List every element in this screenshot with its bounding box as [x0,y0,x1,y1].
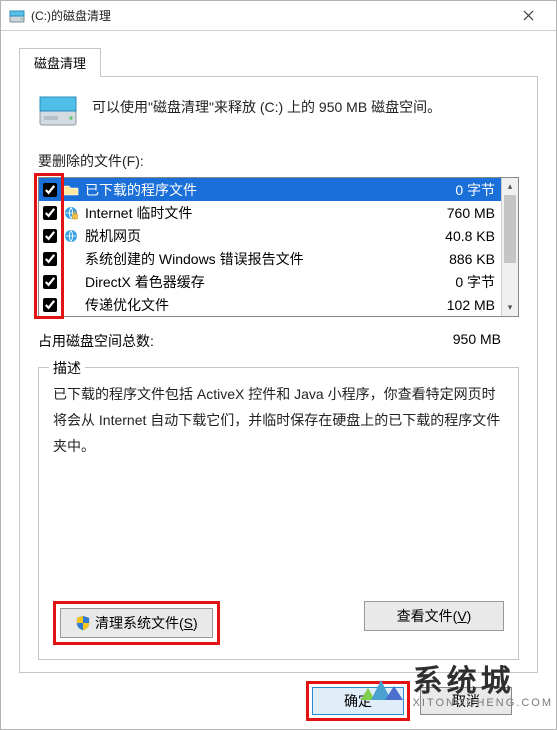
tabstrip: 磁盘清理 [19,47,538,76]
list-item[interactable]: Internet 临时文件 760 MB [39,201,501,224]
blank-icon [63,274,79,290]
list-item-size: 40.8 KB [425,228,495,244]
scroll-thumb[interactable] [504,195,516,263]
file-listbox[interactable]: 已下载的程序文件 0 字节 Internet 临时文件 760 MB 脱机网页 40.8 … [38,177,519,317]
list-item-label: Internet 临时文件 [85,203,419,223]
clean-system-files-label: 清理系统文件(S) [95,613,198,633]
close-button[interactable] [508,2,548,30]
intro-row: 可以使用"磁盘清理"来释放 (C:) 上的 950 MB 磁盘空间。 [38,93,519,129]
list-item-checkbox[interactable] [43,206,57,220]
list-item-size: 0 字节 [425,272,495,292]
tab-panel: 可以使用"磁盘清理"来释放 (C:) 上的 950 MB 磁盘空间。 要删除的文… [19,76,538,673]
scrollbar-vertical[interactable]: ▴ ▾ [501,178,518,316]
ok-highlight: 确定 [306,681,410,721]
list-item-size: 0 字节 [425,180,495,200]
dialog-body: 磁盘清理 可以使用"磁盘清理"来释放 (C:) 上的 950 MB 磁盘空间。 … [1,31,556,729]
list-item[interactable]: 系统创建的 Windows 错误报告文件 886 KB [39,247,501,270]
list-item-checkbox[interactable] [43,252,57,266]
window-title: (C:)的磁盘清理 [31,7,508,24]
total-row: 占用磁盘空间总数: 950 MB [38,331,519,351]
cancel-button[interactable]: 取消 [420,687,512,715]
list-item-label: DirectX 着色器缓存 [85,272,419,292]
intro-text: 可以使用"磁盘清理"来释放 (C:) 上的 950 MB 磁盘空间。 [92,93,441,120]
view-files-label: 查看文件(V) [397,606,472,626]
list-item-label: 系统创建的 Windows 错误报告文件 [85,249,419,269]
file-list-wrap: 已下载的程序文件 0 字节 Internet 临时文件 760 MB 脱机网页 40.8 … [38,177,519,317]
list-item-size: 102 MB [425,297,495,313]
list-item-label: 已下载的程序文件 [85,180,419,200]
blank-icon [63,297,79,313]
clean-system-files-button[interactable]: 清理系统文件(S) [60,608,213,638]
disk-cleanup-window: (C:)的磁盘清理 磁盘清理 可以使用"磁盘清理"来释放 (C:) 上的 950… [0,0,557,730]
list-item-checkbox[interactable] [43,183,57,197]
ie-icon [63,228,79,244]
view-files-button[interactable]: 查看文件(V) [364,601,504,631]
drive-icon [9,8,25,24]
list-item[interactable]: 传递优化文件 102 MB [39,293,501,316]
scroll-up-button[interactable]: ▴ [502,178,518,195]
titlebar: (C:)的磁盘清理 [1,1,556,31]
list-item-size: 760 MB [425,205,495,221]
ok-button[interactable]: 确定 [312,687,404,715]
drive-large-icon [38,93,78,129]
description-title: 描述 [49,358,85,378]
description-text: 已下载的程序文件包括 ActiveX 控件和 Java 小程序，你查看特定网页时… [53,382,504,591]
list-item-label: 传递优化文件 [85,295,419,315]
total-label: 占用磁盘空间总数: [38,331,154,351]
list-item-checkbox[interactable] [43,229,57,243]
list-item-size: 886 KB [425,251,495,267]
ie-lock-icon [63,205,79,221]
folder-icon [63,182,79,198]
total-value: 950 MB [453,331,501,351]
clean-system-highlight: 清理系统文件(S) [53,601,220,645]
dialog-footer: 确定 取消 [19,673,538,729]
shield-icon [75,615,91,631]
list-item-checkbox[interactable] [43,298,57,312]
list-item[interactable]: DirectX 着色器缓存 0 字节 [39,270,501,293]
list-item-label: 脱机网页 [85,226,419,246]
scroll-track[interactable] [502,195,518,299]
description-groupbox: 描述 已下载的程序文件包括 ActiveX 控件和 Java 小程序，你查看特定… [38,367,519,660]
scroll-down-button[interactable]: ▾ [502,299,518,316]
blank-icon [63,251,79,267]
list-item[interactable]: 已下载的程序文件 0 字节 [39,178,501,201]
files-to-delete-label: 要删除的文件(F): [38,151,519,171]
list-item[interactable]: 脱机网页 40.8 KB [39,224,501,247]
tab-disk-cleanup[interactable]: 磁盘清理 [19,48,101,77]
groupbox-button-row: 清理系统文件(S) 查看文件(V) [53,601,504,645]
list-item-checkbox[interactable] [43,275,57,289]
